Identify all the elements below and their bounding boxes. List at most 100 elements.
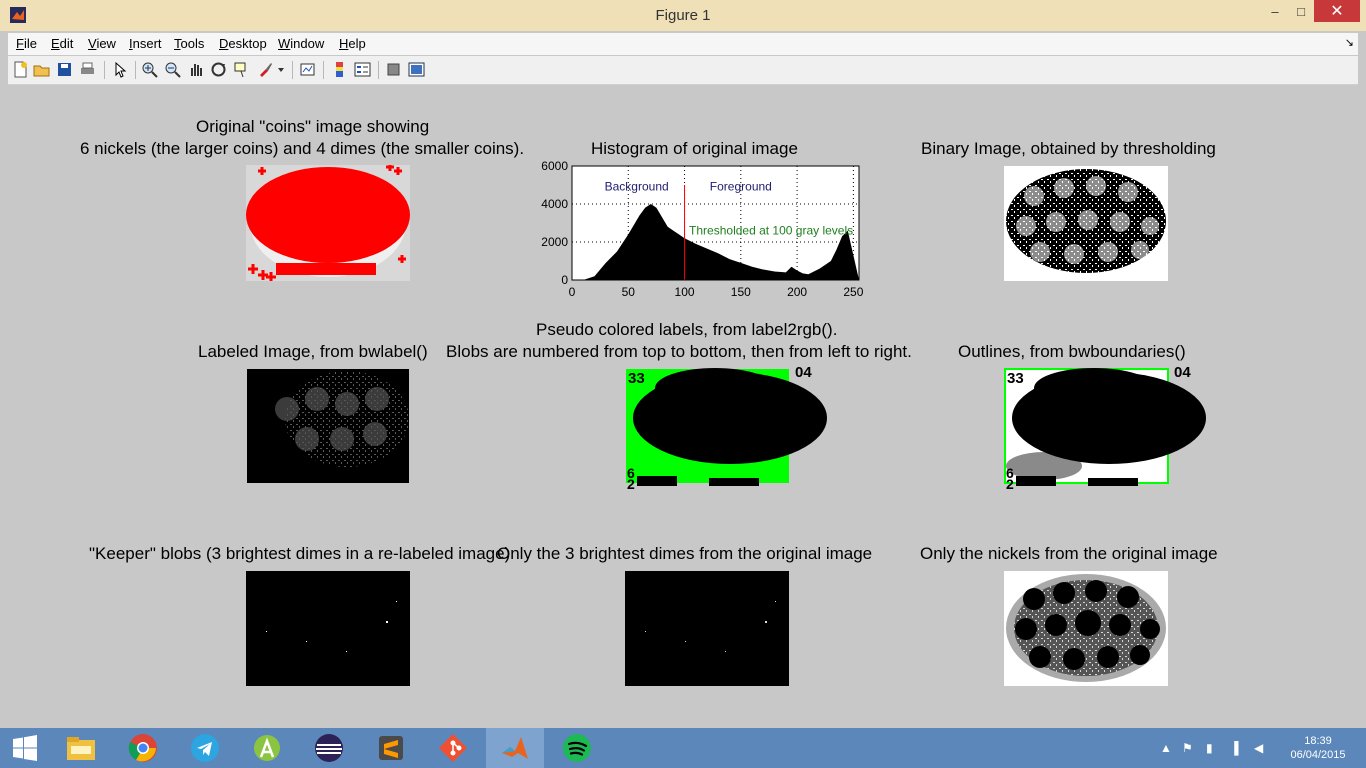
clock-time: 18:39 (1304, 735, 1332, 747)
panel-1-title-line2: 6 nickels (the larger coins) and 4 dimes… (80, 139, 525, 158)
start-button[interactable] (0, 728, 50, 768)
menu-help[interactable]: Help (339, 36, 366, 51)
menu-tools[interactable]: Tools (174, 36, 204, 51)
x-tick-label: 50 (622, 285, 636, 299)
toolbar-separator (135, 61, 136, 79)
label-number: 04 (795, 366, 812, 381)
brush-icon[interactable] (257, 61, 274, 78)
panel-7-title: "Keeper" blobs (3 brightest dimes in a r… (89, 544, 511, 563)
show-plot-tools-icon[interactable] (408, 61, 425, 78)
panel-9-title: Only the nickels from the original image (920, 544, 1218, 563)
windows-start-icon (13, 735, 37, 761)
chrome-icon (128, 734, 157, 762)
link-plot-icon[interactable] (299, 61, 316, 78)
tray-show-hidden-icon[interactable]: ▲ (1160, 728, 1172, 768)
save-icon[interactable] (56, 61, 73, 78)
print-icon[interactable] (79, 61, 96, 78)
git-icon (439, 734, 467, 762)
window-title: Figure 1 (655, 7, 711, 24)
toolbar-separator (104, 61, 105, 79)
toolbar-separator (323, 61, 324, 79)
taskbar-app-telegram[interactable] (176, 728, 234, 768)
panel-1-original-image (246, 165, 410, 281)
data-cursor-icon[interactable] (233, 61, 250, 78)
pointer-icon[interactable] (111, 61, 128, 78)
panel-5-pseudocolor-image: 33 04 6 2 (626, 366, 827, 490)
telegram-icon (191, 734, 219, 762)
dock-arrow-icon[interactable]: ↘ (1345, 36, 1354, 49)
matlab-icon (502, 737, 528, 759)
panel-7-keeper-blobs-image (246, 571, 410, 686)
menu-insert[interactable]: Insert (129, 36, 162, 51)
menu-view[interactable]: View (88, 36, 116, 51)
panel-8-title: Only the 3 brightest dimes from the orig… (497, 544, 873, 563)
file-explorer-icon (67, 737, 95, 760)
menu-desktop[interactable]: Desktop (219, 36, 267, 51)
x-tick-label: 250 (843, 285, 863, 299)
hide-plot-tools-icon[interactable] (385, 61, 402, 78)
spotify-icon (563, 734, 591, 762)
figure-canvas: Original "coins" image showing 6 nickels… (8, 85, 1358, 727)
sublime-text-icon (379, 736, 403, 760)
taskbar-app-matlab[interactable] (486, 728, 544, 768)
panel-3-title: Binary Image, obtained by thresholding (921, 139, 1216, 158)
pan-icon[interactable] (187, 61, 204, 78)
panel-9-nickels-image (1004, 571, 1168, 686)
battery-icon[interactable]: ▮ (1206, 728, 1213, 768)
x-tick-label: 200 (787, 285, 807, 299)
figure-toolbar (8, 56, 1358, 85)
x-tick-label: 150 (731, 285, 751, 299)
toolbar-separator (378, 61, 379, 79)
action-center-flag-icon[interactable]: ⚑ (1182, 728, 1193, 768)
minimize-button[interactable]: – (1262, 0, 1288, 22)
y-tick-label: 2000 (541, 235, 568, 249)
taskbar-app-spotify[interactable] (548, 728, 606, 768)
taskbar-app-git[interactable] (424, 728, 482, 768)
panel-3-binary-image (1004, 166, 1168, 281)
taskbar-app-sublime[interactable] (362, 728, 420, 768)
menu-window[interactable]: Window (278, 36, 324, 51)
rotate-3d-icon[interactable] (210, 61, 227, 78)
android-studio-icon (254, 735, 280, 761)
taskbar-app-eclipse[interactable] (300, 728, 358, 768)
panel-2-title: Histogram of original image (591, 139, 798, 158)
y-tick-label: 4000 (541, 197, 568, 211)
menu-bar: File Edit View Insert Tools Desktop Wind… (8, 33, 1358, 55)
new-figure-icon[interactable] (12, 61, 29, 78)
y-tick-label: 0 (561, 273, 568, 287)
x-tick-label: 100 (675, 285, 695, 299)
open-file-icon[interactable] (33, 61, 50, 78)
label-number: 33 (1007, 370, 1024, 387)
taskbar-app-explorer[interactable] (52, 728, 110, 768)
taskbar-app-android-studio[interactable] (238, 728, 296, 768)
taskbar-app-chrome[interactable] (114, 728, 172, 768)
label-number: 33 (628, 370, 645, 387)
label-number: 04 (1174, 366, 1191, 381)
close-button[interactable]: ✕ (1314, 0, 1360, 22)
panel-6-outlines-image: 33 04 6 2 (1004, 366, 1206, 490)
network-signal-icon[interactable]: ▐ (1230, 728, 1239, 768)
window-titlebar: Figure 1 – □ ✕ (0, 0, 1366, 31)
label-number: 2 (1006, 476, 1014, 490)
toolbar-separator (292, 61, 293, 79)
foreground-annotation: Foreground (710, 180, 772, 194)
brush-dropdown-icon[interactable] (276, 61, 286, 78)
x-tick-label: 0 (569, 285, 576, 299)
taskbar: ▲ ⚑ ▮ ▐ ◀ 18:39 06/04/2015 (0, 728, 1366, 768)
volume-icon[interactable]: ◀ (1254, 728, 1263, 768)
colorbar-icon[interactable] (331, 61, 348, 78)
panel-5-title-line2: Blobs are numbered from top to bottom, t… (446, 342, 912, 361)
panel-4-title: Labeled Image, from bwlabel() (198, 342, 428, 361)
menu-file[interactable]: File (16, 36, 37, 51)
menu-edit[interactable]: Edit (51, 36, 73, 51)
taskbar-clock[interactable]: 18:39 06/04/2015 (1286, 734, 1350, 762)
legend-icon[interactable] (354, 61, 371, 78)
threshold-annotation: Thresholded at 100 gray levels (689, 223, 853, 237)
panel-5-title-line1: Pseudo colored labels, from label2rgb(). (536, 320, 838, 339)
zoom-out-icon[interactable] (164, 61, 181, 78)
zoom-in-icon[interactable] (141, 61, 158, 78)
maximize-button[interactable]: □ (1288, 0, 1314, 22)
panel-1-title-line1: Original "coins" image showing (196, 117, 430, 136)
clock-date: 06/04/2015 (1290, 749, 1346, 761)
background-annotation: Background (605, 180, 669, 194)
